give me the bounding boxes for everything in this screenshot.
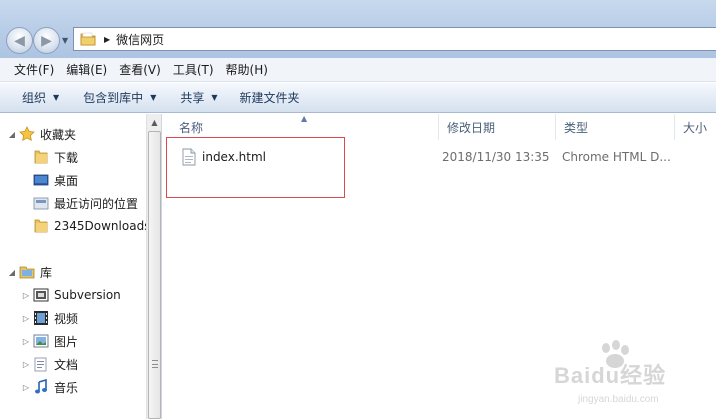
collapse-arrow-icon[interactable]: ◢ bbox=[8, 268, 16, 277]
document-icon bbox=[34, 357, 47, 372]
nav-libraries[interactable]: ◢ 库 bbox=[8, 261, 52, 283]
expand-arrow-icon[interactable]: ▷ bbox=[22, 383, 30, 392]
nav-subversion-label: Subversion bbox=[54, 288, 121, 302]
organize-button[interactable]: 组织 ▼ bbox=[14, 86, 67, 110]
nav-pictures-label: 图片 bbox=[54, 334, 79, 349]
nav-downloads-label: 下载 bbox=[54, 150, 79, 165]
folder-icon bbox=[34, 150, 48, 164]
file-row[interactable]: index.html 2018/11/30 13:35 Chrome HTML … bbox=[176, 146, 706, 168]
nav-videos-label: 视频 bbox=[54, 311, 79, 326]
chevron-down-icon: ▼ bbox=[211, 93, 218, 102]
column-name-header[interactable]: 名称 bbox=[171, 114, 439, 140]
menu-tools[interactable]: 工具(T) bbox=[167, 61, 220, 78]
folder-icon bbox=[80, 32, 96, 46]
expand-arrow-icon[interactable]: ▷ bbox=[22, 360, 30, 369]
column-type-header[interactable]: 类型 bbox=[556, 114, 675, 140]
address-box[interactable]: ▶ 微信网页 bbox=[73, 27, 716, 51]
desktop-icon bbox=[33, 174, 49, 186]
chevron-down-icon: ▼ bbox=[53, 93, 60, 102]
nav-music[interactable]: ▷ 音乐 bbox=[22, 376, 78, 398]
nav-pictures[interactable]: ▷ 图片 bbox=[22, 330, 78, 352]
nav-libraries-label: 库 bbox=[40, 265, 53, 280]
nav-favorites[interactable]: ◢ 收藏夹 bbox=[8, 123, 76, 145]
file-type-cell: Chrome HTML D... bbox=[562, 146, 674, 168]
scroll-thumb[interactable] bbox=[148, 131, 161, 419]
nav-documents[interactable]: ▷ 文档 bbox=[22, 353, 78, 375]
star-icon bbox=[19, 126, 35, 141]
nav-scrollbar[interactable]: ▲ bbox=[146, 114, 162, 419]
folder-icon bbox=[34, 219, 48, 233]
arrow-right-icon: ▶ bbox=[41, 32, 52, 49]
watermark: Baidu经验 jingyan.baidu.com bbox=[548, 340, 708, 414]
back-button[interactable]: ◀ bbox=[6, 27, 33, 54]
library-icon bbox=[19, 266, 35, 279]
command-bar: 组织 ▼ 包含到库中 ▼ 共享 ▼ 新建文件夹 bbox=[0, 83, 716, 113]
forward-button[interactable]: ▶ bbox=[33, 27, 60, 54]
file-name-cell[interactable]: index.html bbox=[181, 146, 421, 168]
new-folder-label: 新建文件夹 bbox=[239, 91, 300, 105]
expand-arrow-icon[interactable]: ▷ bbox=[22, 337, 30, 346]
file-modified: 2018/11/30 13:35 bbox=[442, 150, 550, 164]
menu-edit[interactable]: 编辑(E) bbox=[60, 61, 113, 78]
html-file-icon bbox=[182, 148, 196, 166]
column-headers: ▲ 名称 修改日期 类型 大小 bbox=[163, 114, 716, 140]
nav-downloads[interactable]: 下载 bbox=[33, 146, 78, 168]
watermark-url: jingyan.baidu.com bbox=[578, 394, 659, 405]
watermark-brand: Baidu经验 bbox=[554, 363, 667, 388]
menu-file[interactable]: 文件(F) bbox=[8, 61, 60, 78]
scroll-grip-icon bbox=[152, 360, 158, 368]
address-bar-area: ◀ ▶ ▼ ▶ 微信网页 bbox=[0, 0, 716, 58]
column-size-label: 大小 bbox=[683, 120, 708, 135]
nav-music-label: 音乐 bbox=[54, 380, 79, 395]
nav-recent-places[interactable]: 最近访问的位置 bbox=[33, 192, 138, 214]
share-button[interactable]: 共享 ▼ bbox=[172, 86, 225, 110]
nav-documents-label: 文档 bbox=[54, 357, 79, 372]
organize-label: 组织 bbox=[22, 91, 47, 105]
chevron-down-icon: ▼ bbox=[150, 93, 157, 102]
breadcrumb-separator-icon[interactable]: ▶ bbox=[104, 35, 110, 44]
video-icon bbox=[34, 311, 48, 325]
picture-icon bbox=[33, 334, 49, 348]
menu-help[interactable]: 帮助(H) bbox=[220, 61, 274, 78]
nav-recent-places-label: 最近访问的位置 bbox=[54, 196, 139, 211]
menu-bar: 文件(F) 编辑(E) 查看(V) 工具(T) 帮助(H) bbox=[0, 58, 716, 82]
include-in-library-label: 包含到库中 bbox=[83, 91, 144, 105]
nav-videos[interactable]: ▷ 视频 bbox=[22, 307, 78, 329]
music-icon bbox=[35, 379, 47, 394]
expand-arrow-icon[interactable]: ▷ bbox=[22, 291, 30, 300]
scroll-up-arrow-icon[interactable]: ▲ bbox=[147, 116, 162, 130]
include-in-library-button[interactable]: 包含到库中 ▼ bbox=[75, 86, 164, 110]
arrow-left-icon: ◀ bbox=[14, 32, 25, 49]
column-modified-label: 修改日期 bbox=[447, 120, 496, 135]
file-modified-cell: 2018/11/30 13:35 bbox=[442, 146, 557, 168]
nav-favorites-label: 收藏夹 bbox=[40, 127, 77, 142]
breadcrumb-current[interactable]: 微信网页 bbox=[116, 31, 164, 48]
subversion-icon bbox=[33, 288, 49, 302]
column-modified-header[interactable]: 修改日期 bbox=[439, 114, 556, 140]
recent-places-icon bbox=[33, 197, 49, 210]
nav-2345downloads-label: 2345Downloads bbox=[54, 219, 146, 233]
nav-subversion[interactable]: ▷ Subversion bbox=[22, 284, 121, 306]
share-label: 共享 bbox=[180, 91, 205, 105]
column-size-header[interactable]: 大小 bbox=[675, 114, 716, 140]
file-type: Chrome HTML D... bbox=[562, 150, 671, 164]
menu-view[interactable]: 查看(V) bbox=[113, 61, 167, 78]
column-name-label: 名称 bbox=[179, 120, 204, 135]
nav-desktop[interactable]: 桌面 bbox=[33, 169, 78, 191]
collapse-arrow-icon[interactable]: ◢ bbox=[8, 130, 16, 139]
new-folder-button[interactable]: 新建文件夹 bbox=[232, 86, 308, 110]
navigation-pane: ◢ 收藏夹 下载 桌面 最近访问的位置 2345Downloads ◢ 库 ▷ … bbox=[0, 114, 146, 419]
nav-desktop-label: 桌面 bbox=[54, 173, 79, 188]
column-type-label: 类型 bbox=[564, 120, 589, 135]
file-name: index.html bbox=[202, 150, 266, 164]
expand-arrow-icon[interactable]: ▷ bbox=[22, 314, 30, 323]
nav-2345downloads[interactable]: 2345Downloads bbox=[33, 215, 146, 237]
recent-pages-dropdown-icon[interactable]: ▼ bbox=[62, 36, 68, 45]
